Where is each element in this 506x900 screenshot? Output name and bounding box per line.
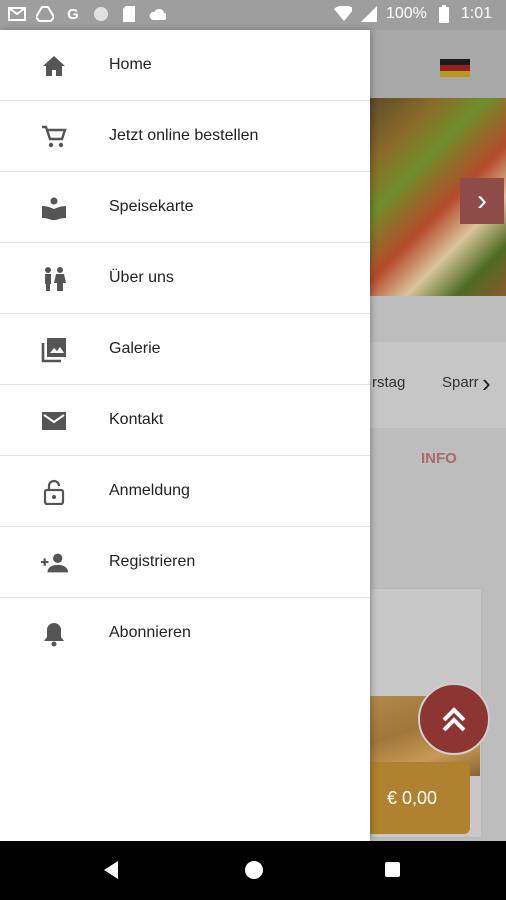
- drawer-item-label: Galerie: [109, 340, 161, 357]
- double-chevron-up-icon: [442, 707, 466, 732]
- drawer-item-label: Anmeldung: [109, 482, 190, 499]
- scroll-top-button[interactable]: [418, 683, 490, 755]
- signal-icon: [360, 5, 378, 23]
- drawer-item-subscribe[interactable]: Abonnieren: [0, 598, 370, 668]
- drawer-item-label: Speisekarte: [109, 198, 194, 215]
- navigation-drawer: Home Jetzt online bestellen Speisekarte …: [0, 30, 370, 841]
- chevron-right-icon[interactable]: ›: [482, 368, 491, 399]
- slider-next-button[interactable]: ›: [460, 178, 504, 224]
- drawer-item-label: Jetzt online bestellen: [109, 127, 259, 144]
- category-chip[interactable]: Sparr: [442, 374, 479, 391]
- drawer-item-contact[interactable]: Kontakt: [0, 385, 370, 456]
- drawer-item-login[interactable]: Anmeldung: [0, 456, 370, 527]
- clock: 1:01: [460, 5, 492, 22]
- status-bar: G 100% 1:01: [0, 0, 506, 30]
- drawer-item-home[interactable]: Home: [0, 30, 370, 101]
- drawer-item-label: Kontakt: [109, 411, 164, 428]
- drawer-item-label: Home: [109, 56, 152, 73]
- drive-icon: [36, 5, 54, 23]
- drawer-item-menu[interactable]: Speisekarte: [0, 172, 370, 243]
- battery-icon: [435, 5, 453, 23]
- german-flag-icon[interactable]: [440, 59, 470, 77]
- home-icon: [40, 53, 68, 79]
- bell-icon: [40, 621, 68, 647]
- gmail-icon: [8, 5, 26, 23]
- category-chip[interactable]: rstag: [372, 374, 405, 391]
- drawer-item-register[interactable]: Registrieren: [0, 527, 370, 598]
- mail-icon: [40, 408, 68, 434]
- drawer-item-order-online[interactable]: Jetzt online bestellen: [0, 101, 370, 172]
- battery-percent: 100%: [385, 5, 427, 22]
- google-icon: G: [67, 5, 79, 23]
- cart-icon: [40, 124, 68, 150]
- person-add-icon: [40, 550, 68, 576]
- home-circle-icon[interactable]: [245, 861, 263, 879]
- tab-info[interactable]: INFO: [421, 450, 457, 467]
- cloud-icon: [148, 5, 166, 23]
- drawer-item-label: Registrieren: [109, 553, 196, 570]
- cart-total-button[interactable]: € 0,00: [354, 762, 470, 834]
- gallery-icon: [40, 337, 68, 363]
- drawer-item-label: Abonnieren: [109, 624, 191, 641]
- drawer-item-label: Über uns: [109, 269, 174, 286]
- drawer-item-about[interactable]: Über uns: [0, 243, 370, 314]
- circle-icon: [92, 5, 110, 23]
- lock-open-icon: [40, 479, 68, 505]
- people-icon: [40, 266, 68, 292]
- drawer-item-gallery[interactable]: Galerie: [0, 314, 370, 385]
- menu-book-icon: [40, 195, 68, 221]
- wifi-icon: [333, 5, 352, 23]
- recent-apps-icon[interactable]: [385, 862, 400, 877]
- sim-icon: [120, 5, 138, 23]
- back-icon[interactable]: [104, 861, 118, 879]
- system-navigation-bar: [0, 841, 506, 900]
